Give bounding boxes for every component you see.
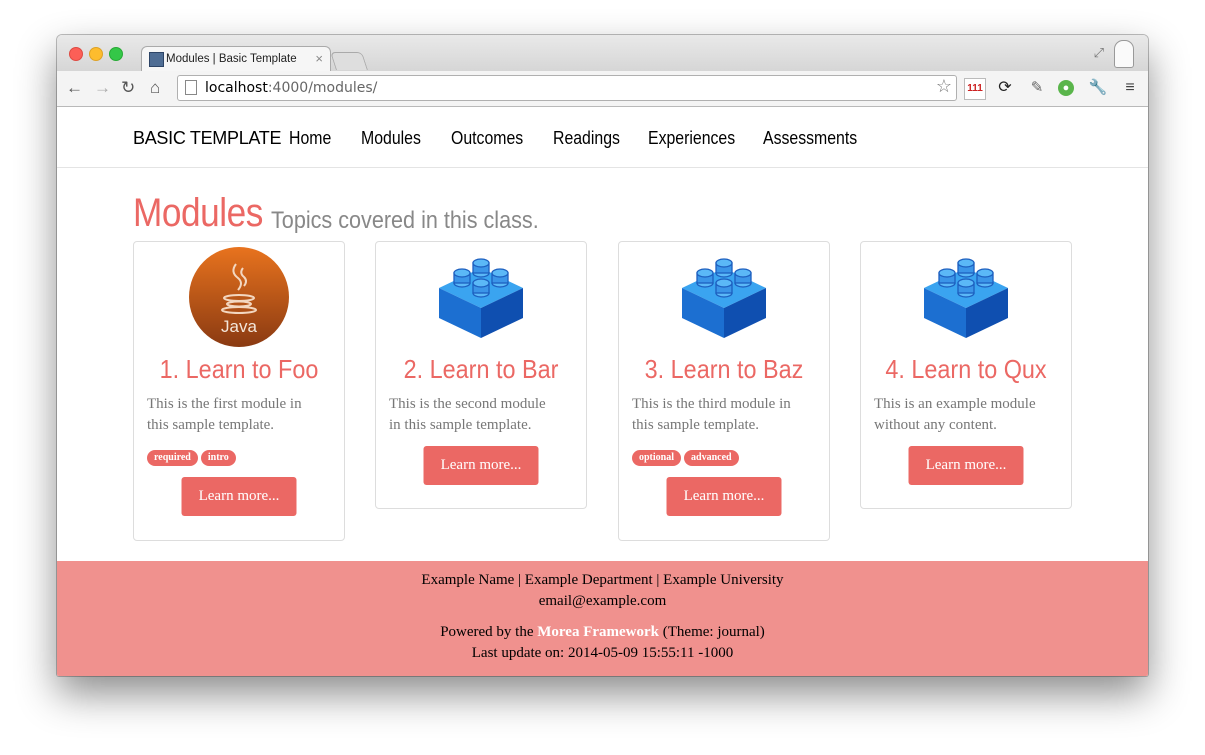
brand-link[interactable]: BASIC TEMPLATE [133,128,281,149]
url-host: localhost [205,80,268,96]
module-card-4: 4. Learn to Qux This is an example modul… [860,241,1072,509]
blocks-icon [924,258,1008,338]
browser-window: Modules | Basic Template × ⤢ ← → ↻ ⌂ loc… [57,35,1148,676]
module-title[interactable]: 3. Learn to Baz [630,354,819,385]
module-title[interactable]: 1. Learn to Foo [145,354,334,385]
module-desc-line: without any content. [874,417,997,433]
module-tags: optional advanced [632,447,742,466]
page-icon [185,80,197,95]
wrench-extension-icon[interactable]: 🔧 [1088,78,1108,98]
module-description: This is the first module in this sample … [147,394,333,436]
page-subtitle: Topics covered in this class. [271,207,539,234]
url-path: :4000/modules/ [267,80,378,96]
module-card-2: 2. Learn to Bar This is the second modul… [375,241,587,509]
forward-icon[interactable]: → [94,78,111,98]
site-footer: Example Name | Example Department | Exam… [57,561,1148,676]
tag-badge: required [147,450,198,466]
blocks-icon [682,258,766,338]
tab-close-icon[interactable]: × [315,51,323,66]
bookmark-star-icon[interactable]: ☆ [936,76,952,97]
reload-icon[interactable]: ↻ [121,78,135,98]
tag-badge: advanced [684,450,739,466]
powered-prefix: Powered by the [440,624,538,640]
module-title[interactable]: 4. Learn to Qux [872,354,1061,385]
module-description: This is the second module in this sample… [389,394,575,436]
eyedropper-extension-icon[interactable]: ✎ [1027,78,1047,98]
tag-badge: intro [200,450,236,466]
module-desc-line: This is the first module in [147,396,302,412]
java-logo-text: Java [221,317,257,336]
module-desc-line: in this sample template. [389,417,532,433]
blocks-icon [439,258,523,338]
module-title[interactable]: 2. Learn to Bar [387,354,576,385]
java-logo-icon: Java [189,247,289,347]
footer-contact: Example Name | Example Department | Exam… [421,572,784,588]
close-window-button[interactable] [69,47,83,61]
page-title: Modules [133,191,263,235]
learn-more-button[interactable]: Learn more... [666,477,782,516]
browser-tab[interactable]: Modules | Basic Template × [141,46,331,72]
browser-toolbar: ← → ↻ ⌂ localhost:4000/modules/ ☆ 111 ⟳ … [57,71,1148,107]
url-text[interactable]: localhost:4000/modules/ [205,80,377,96]
learn-more-button[interactable]: Learn more... [908,446,1024,485]
zoom-window-button[interactable] [109,47,123,61]
home-icon[interactable]: ⌂ [150,78,160,98]
footer-last-update: Last update on: 2014-05-09 15:55:11 -100… [471,645,734,661]
tab-title: Modules | Basic Template [166,53,297,65]
footer-email: email@example.com [538,593,667,609]
browser-titlebar: Modules | Basic Template × ⤢ [57,35,1148,72]
module-description: This is the third module in this sample … [632,394,818,436]
module-desc-line: This is the third module in [632,396,791,412]
nav-readings[interactable]: Readings [553,128,620,149]
module-desc-line: This is the second module [389,396,546,412]
nav-experiences[interactable]: Experiences [648,128,735,149]
site-navbar: BASIC TEMPLATE Home Modules Outcomes Rea… [57,107,1148,168]
sync-extension-icon[interactable]: ⟳ [995,78,1015,98]
nav-outcomes[interactable]: Outcomes [451,128,523,149]
profile-icon[interactable] [1114,40,1134,68]
module-desc-line: this sample template. [632,417,760,433]
calendar-badge: 111 [967,83,983,94]
nav-home[interactable]: Home [289,128,331,149]
menu-icon[interactable]: ≡ [1120,78,1140,98]
calendar-extension-icon[interactable]: 111 [964,78,986,100]
nav-modules[interactable]: Modules [361,128,421,149]
minimize-window-button[interactable] [89,47,103,61]
new-tab-button[interactable] [330,52,368,70]
morea-framework-link[interactable]: Morea Framework [537,624,659,640]
learn-more-button[interactable]: Learn more... [423,446,539,485]
module-tags: required intro [147,447,239,466]
powered-suffix: (Theme: journal) [659,624,765,640]
nav-assessments[interactable]: Assessments [763,128,857,149]
web-page: BASIC TEMPLATE Home Modules Outcomes Rea… [57,107,1148,676]
favicon-icon [149,52,164,67]
module-card-3: 3. Learn to Baz This is the third module… [618,241,830,541]
evernote-extension-icon[interactable]: ● [1058,80,1074,96]
module-description: This is an example module without any co… [874,394,1060,436]
fullscreen-icon[interactable]: ⤢ [1094,45,1104,61]
tag-badge: optional [632,450,682,466]
module-desc-line: this sample template. [147,417,275,433]
module-card-1: Java 1. Learn to Foo This is the first m… [133,241,345,541]
address-bar[interactable]: localhost:4000/modules/ ☆ [177,75,957,101]
learn-more-button[interactable]: Learn more... [181,477,297,516]
footer-powered-by: Powered by the Morea Framework (Theme: j… [57,624,1148,641]
module-desc-line: This is an example module [874,396,1036,412]
back-icon[interactable]: ← [66,78,83,98]
